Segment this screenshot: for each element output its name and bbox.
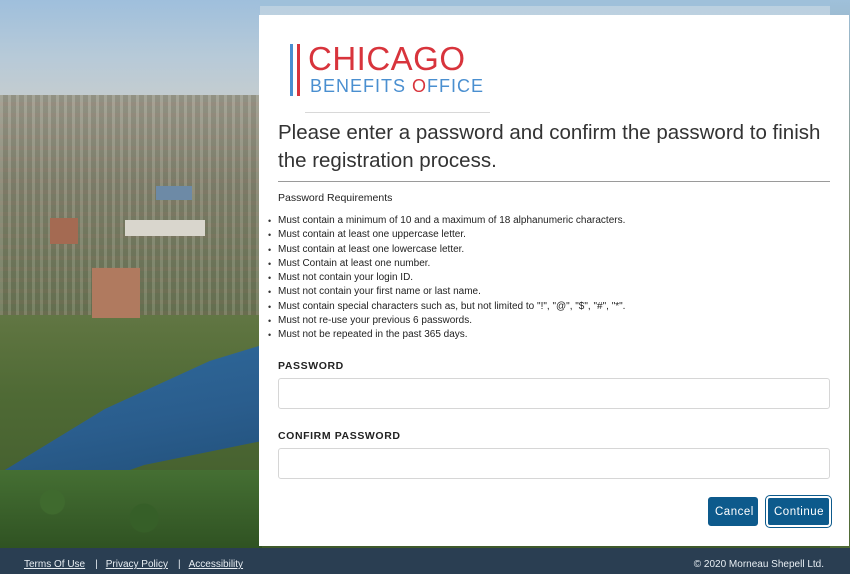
sky-haze xyxy=(0,0,260,95)
requirement-item: Must contain a minimum of 10 and a maxim… xyxy=(259,214,839,229)
footer-links: Terms Of Use | Privacy Policy | Accessibilit… xyxy=(24,559,243,570)
requirement-item: Must not be repeated in the past 365 day… xyxy=(259,328,839,343)
copyright-text: © 2020 Morneau Shepell Ltd. xyxy=(693,559,824,570)
building xyxy=(50,218,78,244)
chicago-benefits-office-logo: CHICAGO BENEFITS OFFICE xyxy=(290,40,490,113)
park-trees xyxy=(0,470,262,548)
flag-stripes-icon xyxy=(290,44,302,96)
logo-line-2: BENEFITS OFFICE xyxy=(310,76,485,96)
registration-card: CHICAGO BENEFITS OFFICE Please enter a p… xyxy=(259,15,849,546)
requirement-item: Must not re-use your previous 6 password… xyxy=(259,314,839,329)
continue-button[interactable]: Continue xyxy=(765,495,832,528)
logo-line-1: CHICAGO xyxy=(308,40,466,77)
page-footer: Terms Of Use | Privacy Policy | Accessibilit… xyxy=(0,548,850,574)
requirements-title: Password Requirements xyxy=(278,192,393,204)
page-heading: Please enter a password and confirm the … xyxy=(278,121,821,172)
accessibility-link[interactable]: Accessibility xyxy=(189,559,243,570)
requirement-item: Must contain at least one lowercase lett… xyxy=(259,243,839,258)
password-field[interactable] xyxy=(278,378,830,409)
confirm-password-field[interactable] xyxy=(278,448,830,479)
requirements-list: Must contain a minimum of 10 and a maxim… xyxy=(259,214,839,343)
footer-separator: | xyxy=(95,559,98,570)
confirm-password-label: CONFIRM PASSWORD xyxy=(278,430,401,442)
privacy-policy-link[interactable]: Privacy Policy xyxy=(106,559,168,570)
requirement-item: Must Contain at least one number. xyxy=(259,257,839,272)
logo-underline xyxy=(305,112,490,113)
footer-separator: | xyxy=(177,559,181,570)
building xyxy=(156,186,192,200)
requirement-item: Must contain special characters such as,… xyxy=(259,300,839,315)
requirement-item: Must not contain your login ID. xyxy=(259,271,839,286)
password-label: PASSWORD xyxy=(278,360,344,372)
building xyxy=(92,268,140,318)
cancel-button[interactable]: Cancel xyxy=(708,497,758,526)
requirement-item: Must not contain your first name or last… xyxy=(259,285,839,300)
requirement-item: Must contain at least one uppercase lett… xyxy=(259,228,839,243)
building xyxy=(125,220,205,236)
terms-of-use-link[interactable]: Terms Of Use xyxy=(24,559,85,570)
divider xyxy=(278,181,830,182)
